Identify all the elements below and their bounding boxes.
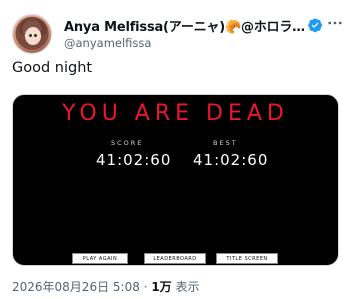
game-screenshot[interactable]: YOU ARE DEAD SCORE BEST 41:02:60 41:02:6…	[12, 94, 339, 266]
score-label: SCORE	[111, 139, 144, 147]
handle[interactable]: @anyamelfissa	[64, 36, 151, 50]
best-value: 41:02:60	[193, 151, 269, 169]
timestamp[interactable]: 2026年08月26日 5:08	[12, 280, 140, 294]
game-over-title: YOU ARE DEAD	[62, 101, 289, 126]
leaderboard-button[interactable]: LEADERBOARD	[144, 253, 206, 264]
tweet-text: Good night	[12, 60, 93, 76]
views-count: 1万	[151, 280, 172, 294]
play-again-button[interactable]: PLAY AGAIN	[72, 253, 128, 264]
meta-separator: ·	[143, 280, 148, 294]
display-name[interactable]: Anya Melfissa(アーニャ)🥐@ホロラ…	[64, 20, 304, 35]
score-value: 41:02:60	[96, 151, 172, 169]
tweet-meta: 2026年08月26日 5:08 · 1万 表示	[12, 278, 200, 295]
more-options-icon[interactable]	[326, 14, 344, 32]
best-label: BEST	[213, 139, 238, 147]
verified-badge-icon	[308, 18, 322, 33]
views-label: 表示	[175, 280, 200, 294]
display-name-row[interactable]: Anya Melfissa(アーニャ)🥐@ホロラ…	[64, 16, 304, 36]
avatar[interactable]	[12, 14, 52, 54]
title-screen-button[interactable]: TITLE SCREEN	[216, 253, 278, 264]
tweet-header: Anya Melfissa(アーニャ)🥐@ホロラ… @anyamelfissa	[12, 14, 342, 54]
